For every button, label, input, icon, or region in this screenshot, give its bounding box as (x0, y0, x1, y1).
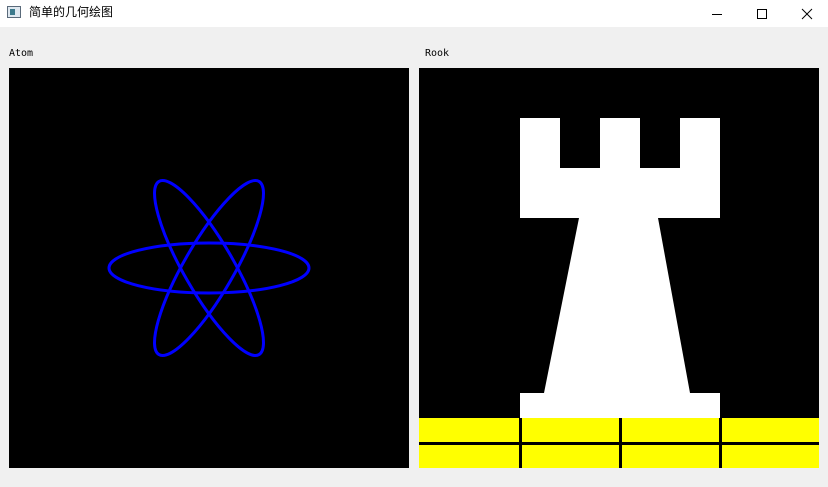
orbit-ellipse-3 (153, 179, 265, 357)
maximize-icon (757, 8, 767, 19)
minimize-icon (712, 13, 722, 15)
atom-canvas (9, 68, 409, 468)
close-icon (801, 8, 813, 19)
close-button[interactable] (784, 0, 828, 27)
orbit-ellipse-1 (107, 241, 311, 295)
rook-piece (520, 118, 720, 418)
atom-label: Atom (9, 48, 34, 59)
atom-orbits (107, 179, 311, 357)
minimize-button[interactable] (694, 0, 740, 27)
rook-label: Rook (425, 48, 450, 59)
window-title: 简单的几何绘图 (29, 5, 114, 19)
maximize-button[interactable] (739, 0, 785, 27)
title-bar: 简单的几何绘图 (0, 0, 828, 27)
rook-canvas (419, 68, 819, 468)
orbit-ellipse-2 (153, 179, 265, 357)
app-icon (7, 6, 21, 18)
